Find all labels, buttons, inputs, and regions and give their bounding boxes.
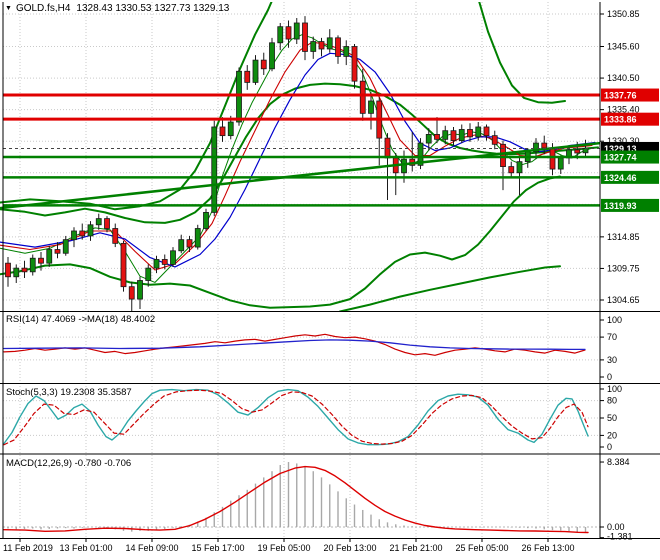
svg-text:-1.381: -1.381 [607,532,633,542]
svg-text:30: 30 [607,355,617,365]
trading-chart-window: 1350.85 1345.60 1340.50 1335.40 1330.30 1314.… [0,0,660,560]
chart-title-bar: ▼ GOLD.fs,H4 1328.43 1330.53 1327.73 1329.… [5,3,229,14]
macd-indicator-label: MACD(12,26,9) -0.780 -0.706 [6,458,132,469]
svg-text:20: 20 [607,430,617,440]
svg-text:1350.85: 1350.85 [607,9,640,19]
price-badge: 1319.93 [604,201,637,211]
svg-text:20 Feb 13:00: 20 Feb 13:00 [323,543,376,553]
ohlc-values: 1328.43 1330.53 1327.73 1329.13 [76,3,230,14]
svg-text:0: 0 [607,442,612,452]
svg-text:8.384: 8.384 [607,457,630,467]
stoch-indicator-label: Stoch(5,3,3) 19.2308 35.3587 [6,387,132,398]
price-badge: 1337.76 [604,91,637,101]
svg-text:11 Feb 2019: 11 Feb 2019 [3,543,53,553]
svg-text:21 Feb 21:00: 21 Feb 21:00 [389,543,442,553]
price-badge: 1333.86 [604,115,637,125]
svg-text:80: 80 [607,396,617,406]
svg-text:1304.65: 1304.65 [607,295,640,305]
svg-text:26 Feb 13:00: 26 Feb 13:00 [521,543,574,553]
svg-text:1345.60: 1345.60 [607,42,640,52]
svg-text:14 Feb 09:00: 14 Feb 09:00 [125,543,178,553]
price-badge: 1327.74 [604,153,637,163]
svg-text:1340.50: 1340.50 [607,73,640,83]
price-badge: 1324.46 [604,173,637,183]
svg-text:1314.85: 1314.85 [607,232,640,242]
rsi-indicator-label: RSI(14) 47.4069 ->MA(18) 48.4002 [6,314,156,325]
svg-text:19 Feb 05:00: 19 Feb 05:00 [257,543,310,553]
symbol-label: GOLD.fs,H4 [15,3,71,14]
svg-text:25 Feb 05:00: 25 Feb 05:00 [455,543,508,553]
svg-text:0: 0 [607,372,612,382]
svg-text:100: 100 [607,384,622,394]
svg-text:0.00: 0.00 [607,522,625,532]
chart-canvas[interactable]: 1350.851345.601340.501335.401330.301314.… [0,0,660,560]
svg-text:15 Feb 17:00: 15 Feb 17:00 [191,543,244,553]
svg-text:50: 50 [607,413,617,423]
svg-text:70: 70 [607,332,617,342]
svg-text:1309.75: 1309.75 [607,263,640,273]
symbol-dropdown-icon[interactable]: ▼ [5,5,12,12]
svg-text:13 Feb 01:00: 13 Feb 01:00 [59,543,112,553]
svg-text:100: 100 [607,315,622,325]
